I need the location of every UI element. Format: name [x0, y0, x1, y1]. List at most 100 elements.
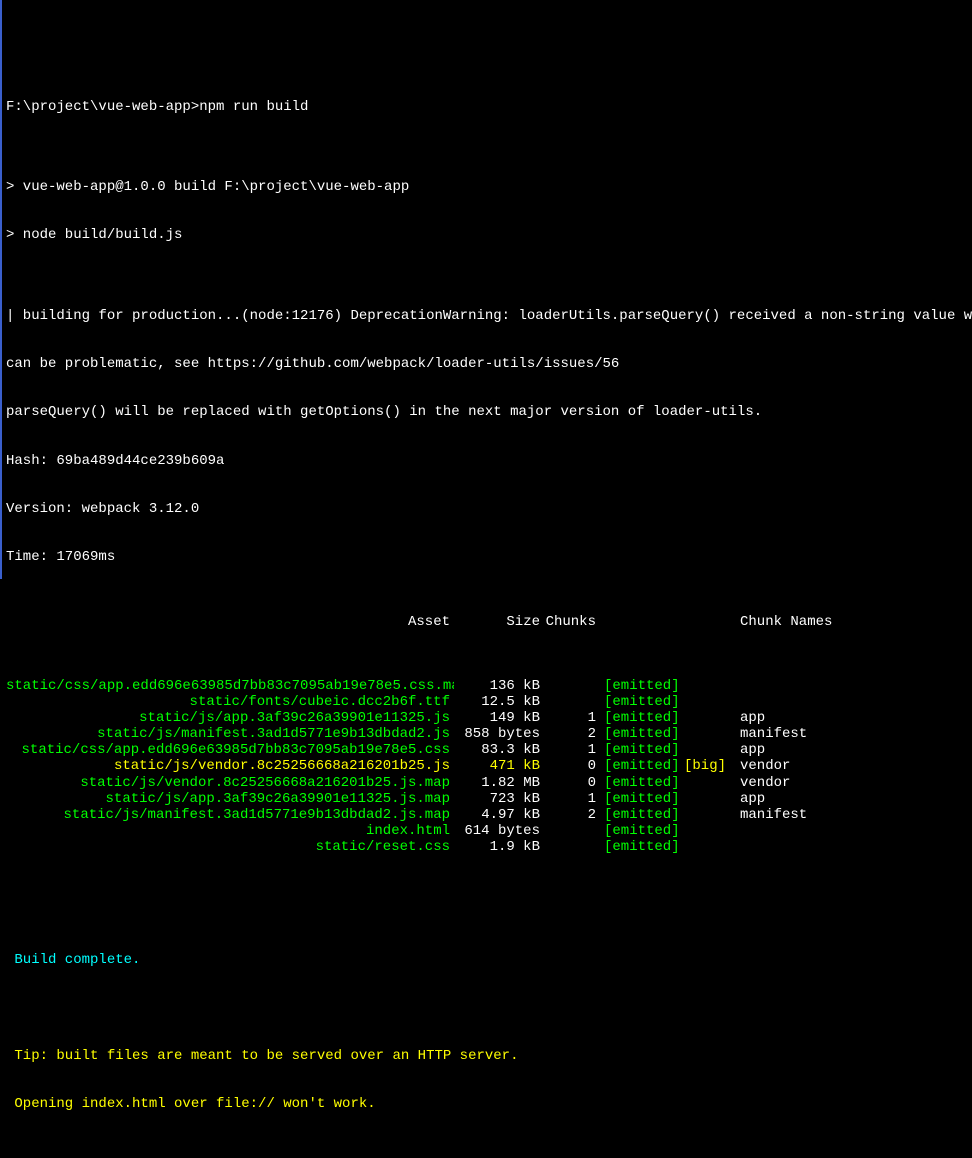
emitted-cell: [emitted]	[604, 694, 684, 710]
build-complete: Build complete.	[6, 952, 968, 968]
chunks-cell	[544, 678, 604, 694]
emitted-cell: [emitted]	[604, 839, 684, 855]
chunks-cell	[544, 839, 604, 855]
header-spacer2	[684, 614, 740, 630]
emitted-cell: [emitted]	[604, 823, 684, 839]
big-cell	[684, 726, 740, 742]
emitted-cell: [emitted]	[604, 791, 684, 807]
header-asset: Asset	[6, 614, 454, 630]
chunks-cell: 2	[544, 726, 604, 742]
asset-cell: static/js/app.3af39c26a39901e11325.js	[6, 710, 454, 726]
version-line: Version: webpack 3.12.0	[6, 501, 968, 517]
big-cell	[684, 678, 740, 694]
asset-table-body: static/css/app.edd696e63985d7bb83c7095ab…	[6, 678, 968, 855]
asset-cell: static/css/app.edd696e63985d7bb83c7095ab…	[6, 742, 454, 758]
prompt-line-1: F:\project\vue-web-app>npm run build	[6, 99, 968, 115]
emitted-cell: [emitted]	[604, 742, 684, 758]
terminal[interactable]: F:\project\vue-web-app>npm run build > v…	[6, 66, 968, 1158]
tip-line-2: Opening index.html over file:// won't wo…	[6, 1096, 968, 1112]
npm-output-1: > vue-web-app@1.0.0 build F:\project\vue…	[6, 179, 968, 195]
header-spacer	[604, 614, 684, 630]
size-cell: 4.97 kB	[454, 807, 544, 823]
emitted-cell: [emitted]	[604, 775, 684, 791]
emitted-cell: [emitted]	[604, 678, 684, 694]
size-cell: 1.82 MB	[454, 775, 544, 791]
big-cell	[684, 775, 740, 791]
table-row: static/css/app.edd696e63985d7bb83c7095ab…	[6, 742, 968, 758]
emitted-cell: [emitted]	[604, 726, 684, 742]
table-row: static/js/app.3af39c26a39901e11325.js.ma…	[6, 791, 968, 807]
big-cell	[684, 710, 740, 726]
asset-cell: static/js/vendor.8c25256668a216201b25.js…	[6, 775, 454, 791]
header-chunks: Chunks	[544, 614, 604, 630]
asset-cell: index.html	[6, 823, 454, 839]
chunkname-cell: app	[740, 742, 968, 758]
chunkname-cell	[740, 823, 968, 839]
big-cell	[684, 791, 740, 807]
chunkname-cell	[740, 839, 968, 855]
asset-cell: static/js/app.3af39c26a39901e11325.js.ma…	[6, 791, 454, 807]
chunkname-cell: app	[740, 710, 968, 726]
table-header: Asset Size Chunks Chunk Names	[6, 614, 968, 630]
big-cell: [big]	[684, 758, 740, 774]
tip-line-1: Tip: built files are meant to be served …	[6, 1048, 968, 1064]
emitted-cell: [emitted]	[604, 710, 684, 726]
chunks-cell: 1	[544, 791, 604, 807]
chunkname-cell: manifest	[740, 726, 968, 742]
size-cell: 12.5 kB	[454, 694, 544, 710]
warning-line-3: parseQuery() will be replaced with getOp…	[6, 404, 968, 420]
chunkname-cell	[740, 678, 968, 694]
size-cell: 83.3 kB	[454, 742, 544, 758]
emitted-cell: [emitted]	[604, 807, 684, 823]
hash-line: Hash: 69ba489d44ce239b609a	[6, 453, 968, 469]
time-line: Time: 17069ms	[6, 549, 968, 565]
big-cell	[684, 823, 740, 839]
table-row: static/reset.css1.9 kB [emitted]	[6, 839, 968, 855]
chunks-cell: 0	[544, 775, 604, 791]
size-cell: 723 kB	[454, 791, 544, 807]
npm-output-2: > node build/build.js	[6, 227, 968, 243]
asset-cell: static/css/app.edd696e63985d7bb83c7095ab…	[6, 678, 454, 694]
chunkname-cell	[740, 694, 968, 710]
size-cell: 858 bytes	[454, 726, 544, 742]
asset-cell: static/js/manifest.3ad1d5771e9b13dbdad2.…	[6, 726, 454, 742]
blank-line	[6, 1145, 968, 1158]
asset-cell: static/js/manifest.3ad1d5771e9b13dbdad2.…	[6, 807, 454, 823]
chunkname-cell: vendor	[740, 758, 968, 774]
asset-cell: static/js/vendor.8c25256668a216201b25.js	[6, 758, 454, 774]
table-row: static/js/vendor.8c25256668a216201b25.js…	[6, 775, 968, 791]
chunks-cell: 1	[544, 710, 604, 726]
size-cell: 1.9 kB	[454, 839, 544, 855]
asset-cell: static/fonts/cubeic.dcc2b6f.ttf	[6, 694, 454, 710]
chunks-cell: 2	[544, 807, 604, 823]
chunkname-cell: manifest	[740, 807, 968, 823]
chunks-cell	[544, 823, 604, 839]
table-row: static/js/app.3af39c26a39901e11325.js149…	[6, 710, 968, 726]
header-chunknames: Chunk Names	[740, 614, 968, 630]
warning-line-2: can be problematic, see https://github.c…	[6, 356, 968, 372]
header-size: Size	[454, 614, 544, 630]
big-cell	[684, 807, 740, 823]
chunks-cell: 0	[544, 758, 604, 774]
asset-cell: static/reset.css	[6, 839, 454, 855]
table-row: index.html614 bytes [emitted]	[6, 823, 968, 839]
chunks-cell: 1	[544, 742, 604, 758]
big-cell	[684, 694, 740, 710]
blank-line	[6, 903, 968, 919]
chunkname-cell: vendor	[740, 775, 968, 791]
chunkname-cell: app	[740, 791, 968, 807]
table-row: static/js/vendor.8c25256668a216201b25.js…	[6, 758, 968, 774]
emitted-cell: [emitted]	[604, 758, 684, 774]
table-row: static/css/app.edd696e63985d7bb83c7095ab…	[6, 678, 968, 694]
blank-line	[6, 1000, 968, 1016]
big-cell	[684, 839, 740, 855]
size-cell: 471 kB	[454, 758, 544, 774]
big-cell	[684, 742, 740, 758]
table-row: static/js/manifest.3ad1d5771e9b13dbdad2.…	[6, 807, 968, 823]
size-cell: 149 kB	[454, 710, 544, 726]
warning-line-1: | building for production...(node:12176)…	[6, 308, 968, 324]
chunks-cell	[544, 694, 604, 710]
table-row: static/js/manifest.3ad1d5771e9b13dbdad2.…	[6, 726, 968, 742]
size-cell: 614 bytes	[454, 823, 544, 839]
table-row: static/fonts/cubeic.dcc2b6f.ttf12.5 kB [e…	[6, 694, 968, 710]
